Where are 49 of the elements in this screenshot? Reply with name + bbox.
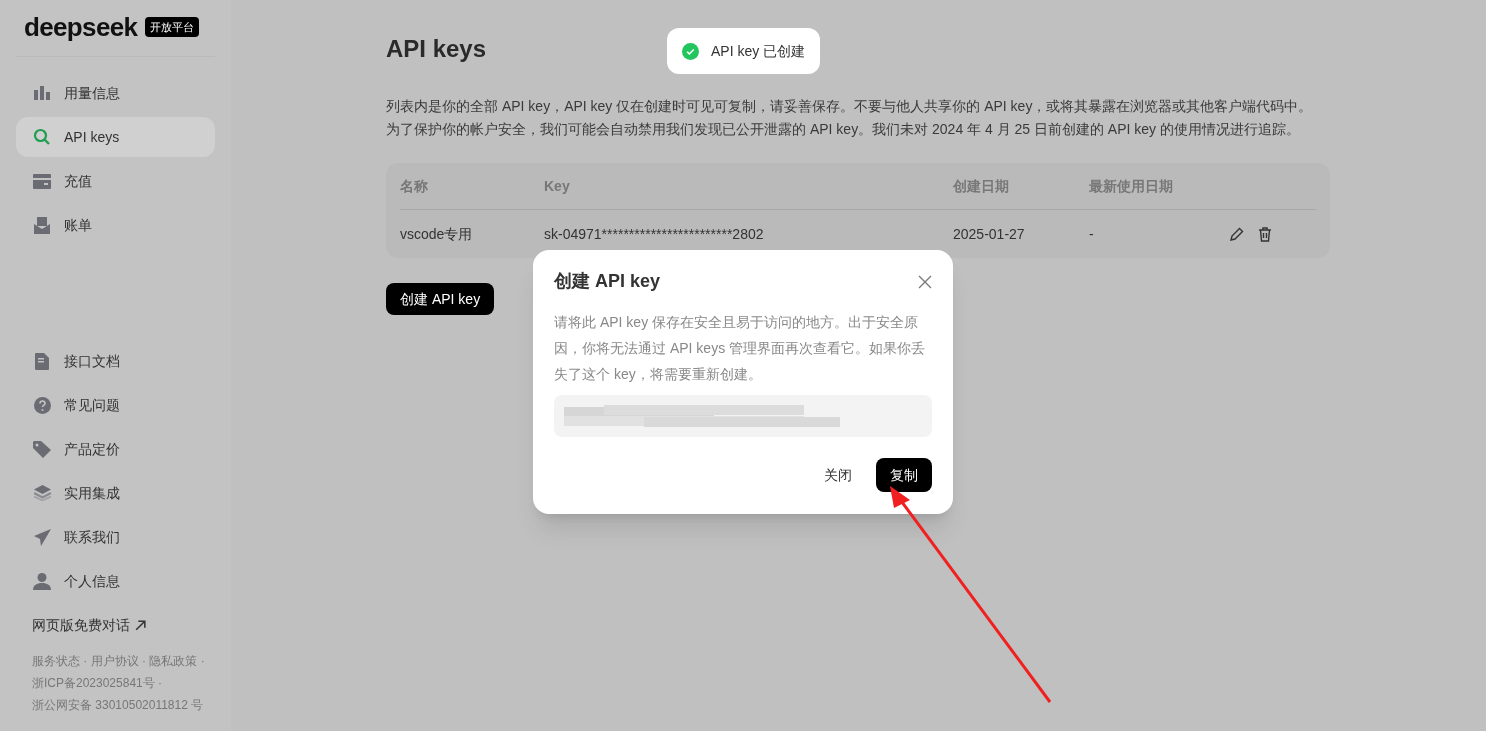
sidebar-item[interactable]: 接口文档 [16,339,215,383]
sidebar-item[interactable]: API keys [16,117,215,157]
footer-text: 服务状态 · 用户协议 · 隐私政策 · [32,653,206,670]
key-field[interactable] [554,395,932,437]
tag-icon [33,440,51,458]
external-link-icon [134,618,147,632]
send-icon [33,528,51,546]
sidebar-item[interactable]: 充值 [16,161,215,201]
footer-text: 浙ICP备2023025841号 · [32,675,164,692]
sidebar-item[interactable]: 联系我们 [16,515,215,559]
logo: deepseek [24,14,138,40]
column-header: 名称 [400,176,429,196]
user-icon [33,572,51,590]
document-icon [35,352,49,370]
success-icon [682,42,699,60]
column-header: 创建日期 [953,176,1010,196]
layers-icon [33,485,51,501]
sidebar-item[interactable]: 个人信息 [16,559,215,603]
column-header: 最新使用日期 [1089,176,1174,196]
sidebar-item[interactable]: 实用集成 [16,471,215,515]
footer-text: 浙公网安备 33010502011812 号 [32,697,205,714]
search-icon [33,128,51,146]
sidebar-item[interactable]: 账单 [16,205,215,245]
create-key-button[interactable]: 创建 API key [386,283,495,315]
sidebar-item[interactable]: 产品定价 [16,427,215,471]
dialog-message: 请将此 API key 保存在安全且易于访问的地方。出于安全原因，你将无法通过 API keys 管理界面再次查看它。如果你丢失了这个 key，将需要重新创建。 [554,313,927,384]
help-icon [33,396,51,414]
toast-message: API key 已创建 [711,41,806,61]
table-cell-text: vscode专用 [400,224,474,244]
platform-badge: 开放平台 [145,16,200,38]
sidebar-item[interactable]: 常见问题 [16,383,215,427]
table-cell-text: 2025-01-27 [953,224,1026,244]
edit-icon[interactable] [1229,226,1244,242]
table-cell-text: - [1089,224,1095,244]
card-icon [33,173,51,189]
inbox-icon [34,216,50,234]
dialog-title: 创建 API key [554,270,661,293]
description-text: 列表内是你的全部 API key，API key 仅在创建时可见可复制，请妥善保存。不要与他人共享你的 API key，或将其暴露在浏览器或其他客户端代码中。 [386,97,1314,116]
web-chat-link[interactable]: 网页版免费对话 [32,614,130,636]
description-text: 为了保护你的帐户安全，我们可能会自动禁用我们发现已公开泄露的 API key。我们未对 2024 年 4 月 25 日前创建的 API key 的使用情况进行追踪。 [386,120,1301,139]
copy-button[interactable]: 复制 [876,458,932,492]
page-title: API keys [386,34,487,64]
close-icon[interactable] [918,274,932,289]
table-cell-text: sk-04971************************2802 [544,224,765,244]
delete-icon[interactable] [1258,226,1272,242]
close-button[interactable]: 关闭 [812,458,864,492]
sidebar-item[interactable]: 用量信息 [16,73,215,113]
bar-chart-icon [33,85,51,101]
column-header: Key [544,176,571,196]
